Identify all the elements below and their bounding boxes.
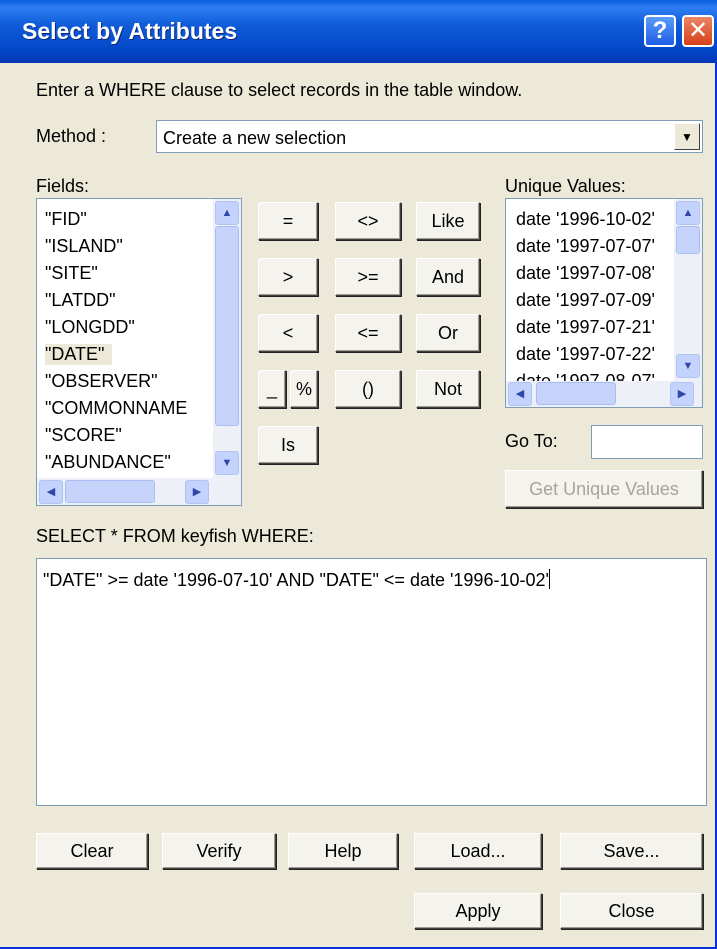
scroll-up-icon[interactable]: ▲: [215, 201, 239, 225]
text-caret: [548, 569, 550, 589]
select-by-attributes-dialog: Select by Attributes ? ✕ Enter a WHERE c…: [0, 0, 717, 949]
less-than-button[interactable]: <: [258, 314, 318, 352]
like-button[interactable]: Like: [416, 202, 480, 240]
unique-hscroll-thumb[interactable]: [536, 382, 616, 405]
fields-scroll-thumb[interactable]: [215, 226, 239, 426]
field-item[interactable]: "DATE": [45, 344, 113, 365]
field-item[interactable]: "COMMONNAME: [45, 398, 187, 419]
unique-vertical-scrollbar[interactable]: ▲ ▼: [674, 199, 702, 381]
method-label: Method :: [36, 126, 107, 146]
field-item[interactable]: "LATDD": [45, 290, 115, 311]
not-equal-button[interactable]: <>: [335, 202, 401, 240]
unique-value-item[interactable]: date '1997-07-08': [516, 263, 655, 284]
help-button[interactable]: Help: [288, 833, 398, 869]
unique-scroll-thumb[interactable]: [676, 226, 700, 254]
apply-button[interactable]: Apply: [414, 893, 542, 929]
field-item[interactable]: "SITE": [45, 263, 98, 284]
scroll-right-icon[interactable]: ▶: [185, 480, 209, 504]
not-button[interactable]: Not: [416, 370, 480, 408]
chevron-down-icon[interactable]: ▼: [674, 123, 700, 150]
field-item[interactable]: "FID": [45, 209, 87, 230]
unique-value-item[interactable]: date '1997-07-21': [516, 317, 655, 338]
unique-value-item[interactable]: date '1997-07-22': [516, 344, 655, 365]
get-unique-values-button[interactable]: Get Unique Values: [505, 470, 703, 508]
instructions-text: Enter a WHERE clause to select records i…: [36, 80, 523, 100]
unique-values-list[interactable]: date '1996-10-02' date '1997-07-07' date '…: [505, 198, 703, 408]
goto-label: Go To:: [505, 431, 558, 451]
fields-list[interactable]: "FID" "ISLAND" "SITE" "LATDD" "LONGDD" "DATE"…: [36, 198, 242, 506]
fields-hscroll-thumb[interactable]: [65, 480, 155, 503]
scroll-right-icon[interactable]: ▶: [670, 382, 694, 406]
is-button[interactable]: Is: [258, 426, 318, 464]
field-item[interactable]: "ISLAND": [45, 236, 123, 257]
clear-button[interactable]: Clear: [36, 833, 148, 869]
parentheses-button[interactable]: (): [335, 370, 401, 408]
close-button[interactable]: Close: [560, 893, 703, 929]
where-clause-text: "DATE" >= date '1996-07-10' AND "DATE" <…: [43, 570, 549, 590]
verify-button[interactable]: Verify: [162, 833, 276, 869]
field-item[interactable]: "LONGDD": [45, 317, 135, 338]
method-dropdown[interactable]: Create a new selection ▼: [156, 120, 703, 153]
scroll-left-icon[interactable]: ◀: [39, 480, 63, 504]
unique-values-label: Unique Values:: [505, 176, 626, 196]
fields-vertical-scrollbar[interactable]: ▲ ▼: [213, 199, 241, 478]
title-bar[interactable]: Select by Attributes ? ✕: [0, 0, 717, 63]
goto-input[interactable]: [591, 425, 703, 459]
save-button[interactable]: Save...: [560, 833, 703, 869]
load-button[interactable]: Load...: [414, 833, 542, 869]
fields-horizontal-scrollbar[interactable]: ◀ ▶: [37, 478, 241, 505]
underscore-wildcard-button[interactable]: _: [258, 370, 286, 408]
query-label: SELECT * FROM keyfish WHERE:: [36, 526, 314, 546]
or-button[interactable]: Or: [416, 314, 480, 352]
method-value: Create a new selection: [163, 128, 347, 148]
less-equal-button[interactable]: <=: [335, 314, 401, 352]
where-clause-textarea[interactable]: "DATE" >= date '1996-07-10' AND "DATE" <…: [36, 558, 707, 806]
field-item[interactable]: "OBSERVER": [45, 371, 157, 392]
scroll-down-icon[interactable]: ▼: [215, 451, 239, 475]
unique-value-item[interactable]: date '1997-07-09': [516, 290, 655, 311]
equals-button[interactable]: =: [258, 202, 318, 240]
fields-label: Fields:: [36, 176, 90, 196]
unique-value-item[interactable]: date '1996-10-02': [516, 209, 655, 230]
unique-horizontal-scrollbar[interactable]: ◀ ▶: [506, 381, 702, 407]
field-item[interactable]: "ABUNDANCE": [45, 452, 171, 473]
window-title: Select by Attributes: [22, 18, 238, 44]
greater-equal-button[interactable]: >=: [335, 258, 401, 296]
percent-wildcard-button[interactable]: %: [290, 370, 318, 408]
close-icon[interactable]: ✕: [682, 15, 714, 47]
and-button[interactable]: And: [416, 258, 480, 296]
field-item[interactable]: "SCORE": [45, 425, 122, 446]
unique-value-item[interactable]: date '1997-07-07': [516, 236, 655, 257]
scroll-up-icon[interactable]: ▲: [676, 201, 700, 225]
scroll-down-icon[interactable]: ▼: [676, 354, 700, 378]
greater-than-button[interactable]: >: [258, 258, 318, 296]
help-icon[interactable]: ?: [644, 15, 676, 47]
scroll-left-icon[interactable]: ◀: [508, 382, 532, 406]
